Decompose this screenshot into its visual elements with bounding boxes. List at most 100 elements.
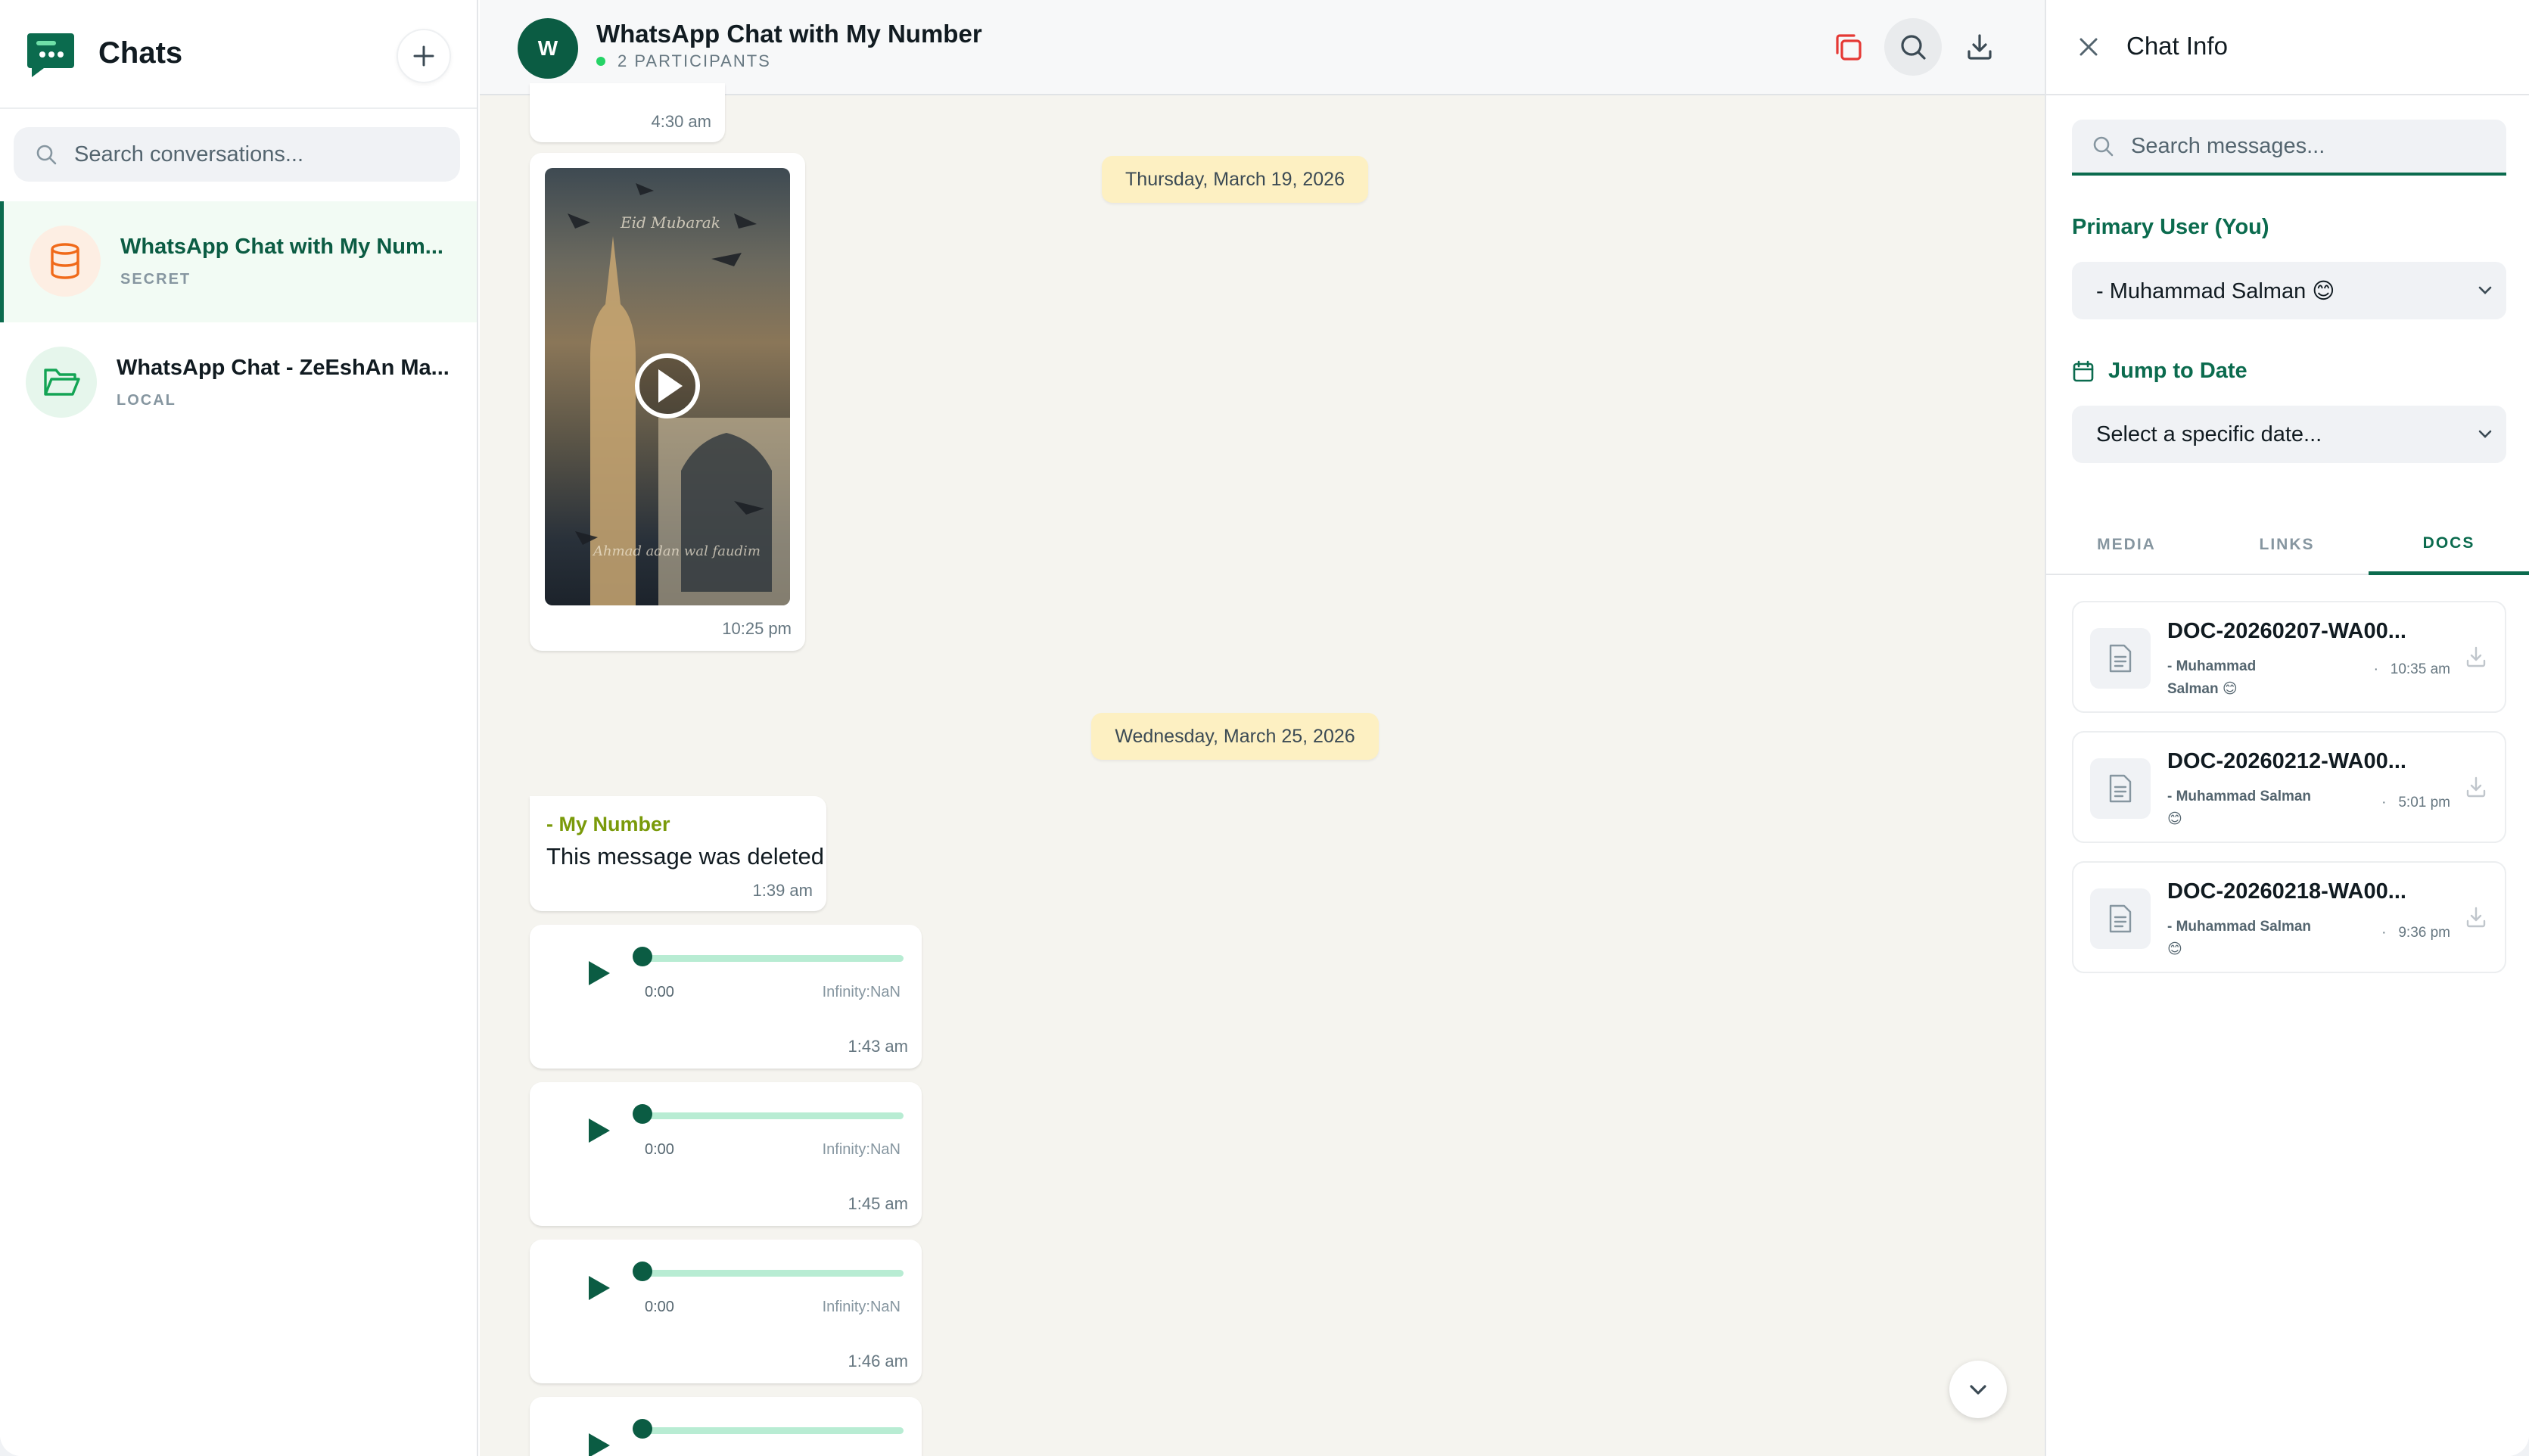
primary-user-label: Primary User (You)	[2072, 215, 2269, 239]
message-search[interactable]	[2072, 120, 2506, 176]
doc-item[interactable]: DOC-20260207-WA00... - Muhammad Salman 😊 …	[2072, 601, 2506, 713]
chat-name: WhatsApp Chat - ZeEshAn Ma...	[117, 356, 449, 380]
tab-media[interactable]: MEDIA	[2046, 515, 2207, 575]
sidebar-header: Chats	[0, 0, 477, 109]
document-icon-wrap	[2090, 758, 2151, 819]
audio-duration: Infinity:NaN	[822, 1299, 901, 1315]
date-separator: Wednesday, March 25, 2026	[1091, 713, 1379, 760]
doc-author-line2: 😊	[2167, 811, 2182, 827]
message-search-input[interactable]	[2131, 133, 2494, 159]
date-separator: Thursday, March 19, 2026	[1102, 156, 1368, 203]
date-select-value: Select a specific date...	[2096, 422, 2322, 446]
search-icon	[2093, 136, 2114, 157]
doc-name: DOC-20260207-WA00...	[2167, 619, 2406, 643]
doc-item[interactable]: DOC-20260212-WA00... - Muhammad Salman 😊 …	[2072, 731, 2506, 843]
audio-progress-handle[interactable]	[633, 1104, 652, 1124]
search-chat-button[interactable]	[1884, 18, 1942, 76]
audio-progress-handle[interactable]	[633, 947, 652, 966]
chevron-down-icon	[2478, 286, 2492, 294]
tab-docs[interactable]: DOCS	[2369, 515, 2529, 575]
audio-progress-track[interactable]	[645, 1112, 904, 1119]
doc-author-line1: - Muhammad Salman	[2167, 919, 2312, 935]
doc-time: · 5:01 pm	[2381, 795, 2450, 810]
audio-progress-track[interactable]	[645, 1270, 904, 1277]
app-logo-icon	[27, 33, 74, 77]
document-icon	[2109, 904, 2132, 933]
window: Chats WhatsApp Chat with My Num... SECRE…	[0, 0, 2529, 1456]
doc-time-value: 5:01 pm	[2398, 795, 2450, 810]
search-icon	[36, 145, 57, 165]
audio-current-time: 0:00	[645, 1299, 674, 1315]
primary-user-select[interactable]: - Muhammad Salman 😊	[2072, 262, 2506, 319]
date-select[interactable]: Select a specific date...	[2072, 406, 2506, 463]
play-icon[interactable]	[586, 1432, 611, 1456]
voice-message: 0:00 Infinity:NaN 1:43 am	[530, 925, 922, 1069]
audio-progress-track[interactable]	[645, 1427, 904, 1434]
copy-icon	[1836, 34, 1862, 61]
deleted-message: - My Number This message was deleted 1:3…	[530, 796, 826, 911]
audio-progress-track[interactable]	[645, 955, 904, 962]
play-icon[interactable]	[586, 1117, 611, 1144]
doc-author-line2: Salman 😊	[2167, 681, 2238, 697]
download-icon[interactable]	[2464, 905, 2488, 929]
download-chat-button[interactable]	[1951, 18, 2008, 76]
message-bubble: 4:30 am	[530, 83, 725, 142]
audio-progress-handle[interactable]	[633, 1262, 652, 1281]
tab-links[interactable]: LINKS	[2207, 515, 2367, 575]
chat-info-panel: Chat Info Primary User (You) - Muhammad …	[2045, 0, 2529, 1456]
calendar-icon	[2073, 360, 2094, 381]
message-time: 4:30 am	[651, 112, 712, 131]
doc-time-value: 9:36 pm	[2398, 925, 2450, 941]
database-icon	[51, 243, 79, 279]
participants-count: 2 PARTICIPANTS	[596, 51, 771, 71]
chevron-down-icon	[1970, 1385, 1986, 1395]
search-icon	[1901, 35, 1926, 60]
video-overlay-caption: Ahmad adan wal faudim	[593, 543, 761, 559]
chat-name: WhatsApp Chat with My Num...	[120, 235, 443, 259]
document-icon-wrap	[2090, 888, 2151, 949]
copy-button[interactable]	[1819, 18, 1877, 76]
play-icon[interactable]	[586, 1274, 611, 1302]
doc-name: DOC-20260212-WA00...	[2167, 749, 2406, 773]
doc-time-value: 10:35 am	[2390, 661, 2450, 677]
message-time: 1:46 am	[848, 1352, 909, 1370]
search-input[interactable]	[74, 142, 437, 167]
audio-progress-handle[interactable]	[633, 1419, 652, 1439]
download-icon	[1968, 34, 1992, 60]
chat-tag: SECRET	[120, 271, 191, 288]
scroll-to-bottom-button[interactable]	[1949, 1361, 2007, 1418]
document-icon	[2109, 644, 2132, 673]
panel-title: Chat Info	[2126, 32, 2228, 60]
message-time: 1:43 am	[848, 1037, 909, 1056]
audio-duration: Infinity:NaN	[822, 984, 901, 1000]
doc-time: · 9:36 pm	[2381, 925, 2450, 941]
video-overlay-text: Eid Mubarak	[621, 213, 720, 232]
play-icon[interactable]	[586, 960, 611, 987]
doc-item[interactable]: DOC-20260218-WA00... - Muhammad Salman 😊 …	[2072, 861, 2506, 973]
chat-avatar	[30, 226, 101, 297]
voice-message: 0:00 Infinity:NaN 1:45 am	[530, 1082, 922, 1226]
video-thumbnail[interactable]: Eid Mubarak Ahmad adan wal faudim	[545, 168, 790, 605]
close-button[interactable]	[2069, 27, 2108, 67]
chat-avatar	[26, 347, 97, 418]
conversation-search[interactable]	[14, 127, 460, 182]
document-icon	[2109, 774, 2132, 803]
doc-author-line1: - Muhammad	[2167, 658, 2257, 674]
chat-list-item-my-number[interactable]: WhatsApp Chat with My Num... SECRET	[0, 201, 477, 322]
message-sender: - My Number	[546, 813, 670, 835]
chat-avatar[interactable]: W	[518, 18, 578, 79]
doc-author-line2: 😊	[2167, 941, 2182, 957]
message-time: 1:45 am	[848, 1194, 909, 1213]
doc-time: · 10:35 am	[2373, 661, 2450, 677]
download-icon[interactable]	[2464, 775, 2488, 799]
voice-message	[530, 1397, 922, 1456]
audio-duration: Infinity:NaN	[822, 1141, 901, 1158]
primary-user-value: - Muhammad Salman 😊	[2096, 278, 2335, 303]
chat-info-header: Chat Info	[2046, 0, 2529, 95]
message-text: This message was deleted	[546, 843, 825, 870]
voice-message: 0:00 Infinity:NaN 1:46 am	[530, 1240, 922, 1383]
download-icon[interactable]	[2464, 645, 2488, 669]
new-chat-button[interactable]	[397, 29, 451, 83]
chat-list-item-zeeshan[interactable]: WhatsApp Chat - ZeEshAn Ma... LOCAL	[0, 322, 477, 443]
audio-current-time: 0:00	[645, 1141, 674, 1158]
